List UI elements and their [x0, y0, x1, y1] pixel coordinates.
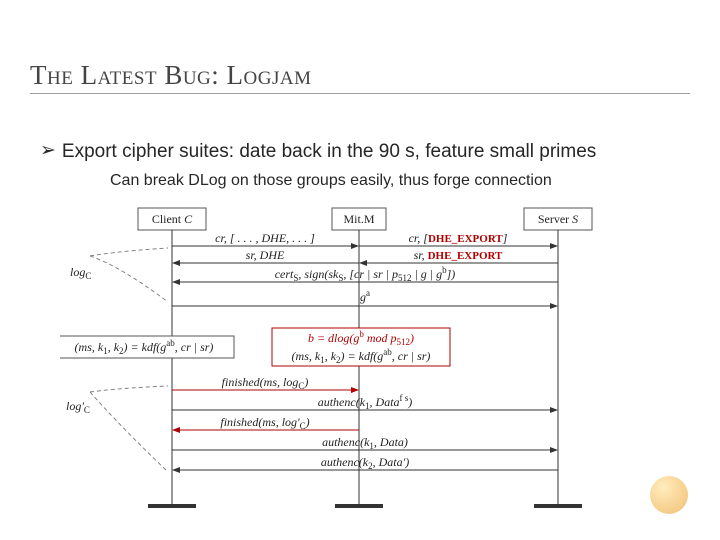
sub-bullet-1: Can break DLog on those groups easily, t…	[110, 172, 690, 190]
svg-text:logC: logC	[70, 265, 91, 281]
svg-text:finished(ms, log'C): finished(ms, log'C)	[220, 415, 309, 431]
svg-text:cr, [DHE_EXPORT]: cr, [DHE_EXPORT]	[409, 231, 508, 245]
svg-text:(ms, k1, k2) = kdf(gab, cr | s: (ms, k1, k2) = kdf(gab, cr | sr)	[292, 347, 431, 365]
logjam-diagram: Client C Mit.M Server S cr, [ . . . , DH…	[60, 206, 662, 518]
svg-text:ga: ga	[360, 288, 370, 304]
svg-text:finished(ms, logC): finished(ms, logC)	[222, 375, 309, 391]
svg-text:Mit.M: Mit.M	[343, 212, 374, 226]
bullet-1: ➢ Export cipher suites: date back in the …	[40, 140, 690, 163]
svg-text:Server S: Server S	[538, 212, 578, 226]
svg-text:log'C: log'C	[66, 399, 90, 415]
svg-text:sr, DHE_EXPORT: sr, DHE_EXPORT	[414, 248, 503, 262]
bullet-arrow-icon: ➢	[40, 139, 56, 162]
svg-text:authenc(k1, Data): authenc(k1, Data)	[322, 435, 408, 451]
svg-text:Client C: Client C	[152, 212, 193, 226]
bullet-1-text: Export cipher suites: date back in the 9…	[62, 141, 596, 162]
svg-text:(ms, k1, k2) = kdf(gab, cr | s: (ms, k1, k2) = kdf(gab, cr | sr)	[75, 338, 214, 356]
svg-text:authenc(k1, Dataf s): authenc(k1, Dataf s)	[318, 393, 413, 411]
svg-text:cr, [ . . . , DHE, . . . ]: cr, [ . . . , DHE, . . . ]	[215, 231, 315, 245]
decorative-dot-icon	[650, 476, 688, 514]
svg-text:authenc(k2, Data'): authenc(k2, Data')	[321, 455, 409, 471]
svg-text:certS, sign(skS, [cr | sr | p5: certS, sign(skS, [cr | sr | p512 | g | g…	[275, 265, 456, 283]
slide-title: The Latest Bug: Logjam	[30, 60, 690, 94]
svg-text:sr, DHE: sr, DHE	[246, 248, 285, 262]
